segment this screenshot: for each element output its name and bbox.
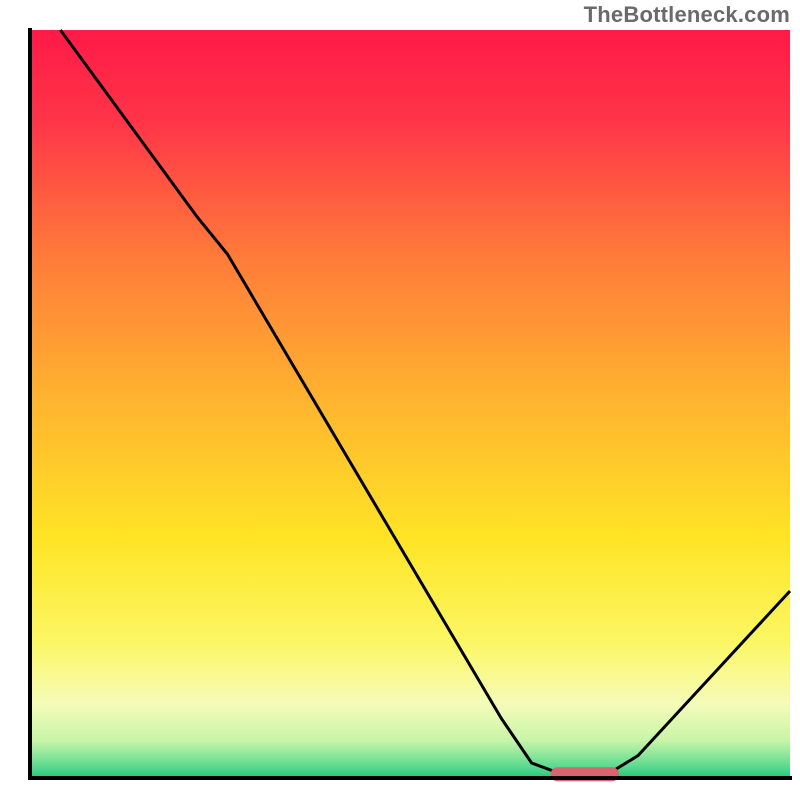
watermark-text: TheBottleneck.com	[584, 2, 790, 28]
bottleneck-chart	[0, 0, 800, 800]
chart-container: TheBottleneck.com	[0, 0, 800, 800]
